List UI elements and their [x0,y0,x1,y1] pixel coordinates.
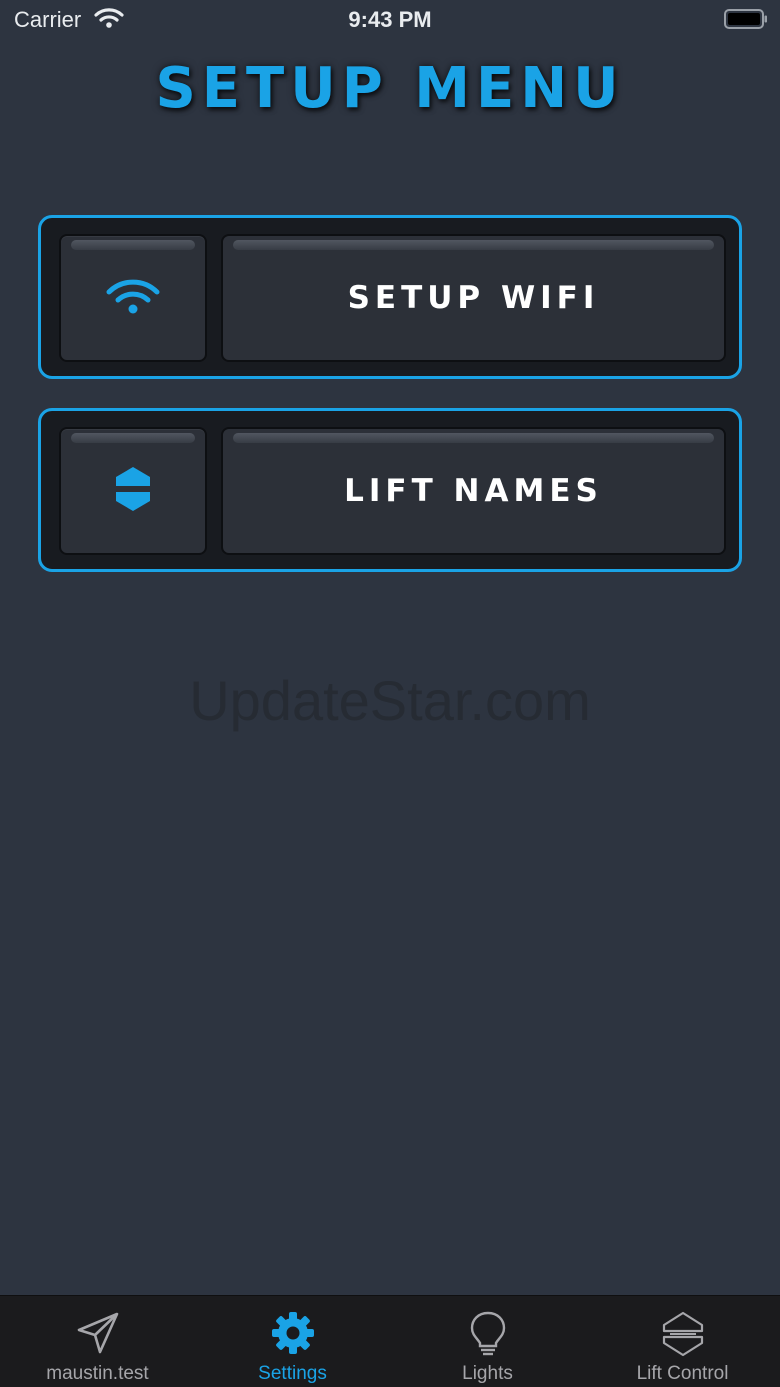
tab-label: Lights [462,1363,513,1384]
watermark: UpdateStar.com [189,669,591,732]
setup-wifi-icon-button[interactable] [59,234,207,362]
lift-names-icon-button[interactable] [59,427,207,555]
tab-settings[interactable]: Settings [195,1296,390,1387]
setup-wifi-row[interactable]: SETUP WIFI [38,215,742,379]
lift-names-button[interactable]: LIFT NAMES [221,427,726,555]
setup-wifi-label: SETUP WIFI [347,280,600,316]
paper-plane-icon [0,1310,195,1360]
tab-lift-control[interactable]: Lift Control [585,1296,780,1387]
button-gloss [71,240,195,250]
wifi-icon [103,276,163,320]
clock: 9:43 PM [348,7,432,32]
gear-icon [195,1310,390,1360]
tab-label: Lift Control [636,1363,729,1384]
lift-names-label: LIFT NAMES [344,473,603,509]
lift-names-row[interactable]: LIFT NAMES [38,408,742,572]
lift-control-icon [585,1310,780,1360]
page-title: SETUP MENU [155,56,625,121]
button-gloss [71,433,195,443]
tab-maustin[interactable]: maustin.test [0,1296,195,1387]
button-gloss [233,240,714,250]
tab-label: Settings [258,1363,327,1384]
button-gloss [233,433,714,443]
lift-icon [113,465,153,517]
battery-icon [724,9,768,29]
status-bar: Carrier 9:43 PM [0,0,780,40]
setup-wifi-button[interactable]: SETUP WIFI [221,234,726,362]
tab-lights[interactable]: Lights [390,1296,585,1387]
lightbulb-icon [390,1310,585,1360]
tab-bar: maustin.test Settings Lights Lift Contro… [0,1295,780,1387]
tab-label: maustin.test [46,1363,149,1384]
